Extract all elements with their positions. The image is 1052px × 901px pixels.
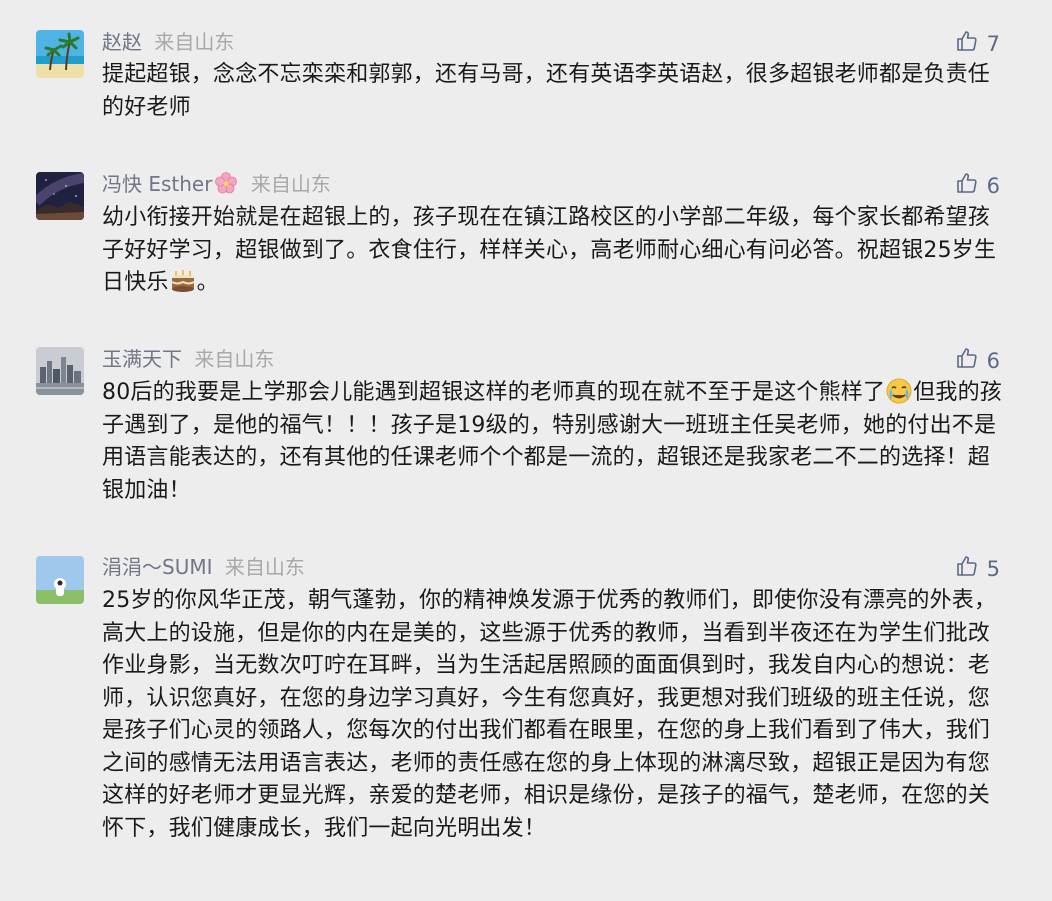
comment-meta: 赵赵 来自山东 [102, 29, 234, 55]
like-count: 6 [986, 349, 1000, 373]
like-count: 7 [986, 32, 1000, 56]
thumbs-up-icon [955, 171, 979, 201]
thumbs-up-icon [955, 29, 979, 59]
comment-source: 来自山东 [154, 30, 235, 54]
like-count: 6 [986, 174, 1000, 198]
comment-text: 80后的我要是上学那会儿能遇到超银这样的老师真的现在就不至于是这个熊样了 但我的孩… [102, 377, 1002, 507]
comment-text: 幼小衔接开始就是在超银上的，孩子现在在镇江路校区的小学部二年级，每个家长都希望孩… [102, 202, 1002, 300]
comment-text: 提起超银，念念不忘栾栾和郭郭，还有马哥，还有英语李英语赵，很多超银老师都是负责任… [102, 62, 991, 120]
commenter-name[interactable]: 涓涓～SUMI [102, 555, 213, 579]
like-button[interactable]: 7 [955, 29, 1000, 59]
comment-source: 来自山东 [194, 347, 275, 371]
comment-text-part: 80后的我要是上学那会儿能遇到超银这样的老师真的现在就不至于是这个熊样了 [102, 380, 886, 405]
commenter-name[interactable]: 玉满天下 [102, 347, 182, 371]
city-skyline-avatar[interactable] [36, 347, 84, 395]
comment-meta: 玉满天下 来自山东 [102, 346, 274, 372]
comment-meta: 涓涓～SUMI 来自山东 [102, 554, 305, 580]
comment-meta: 冯快 Esther 来自山东 [102, 171, 331, 201]
comment-text-part: 。 [196, 270, 219, 295]
birthday-cake-icon [169, 267, 197, 295]
beach-palm-avatar[interactable] [36, 30, 84, 78]
comment-source: 来自山东 [224, 555, 305, 579]
like-button[interactable]: 6 [955, 171, 1000, 201]
thumbs-up-icon [955, 554, 979, 584]
comment-source: 来自山东 [250, 172, 331, 196]
cherry-blossom-icon [214, 171, 238, 201]
thumbs-up-icon [955, 346, 979, 376]
sky-figure-avatar[interactable] [36, 556, 84, 604]
night-sky-avatar[interactable] [36, 172, 84, 220]
like-button[interactable]: 5 [955, 554, 1000, 584]
commenter-name[interactable]: 冯快 Esther [102, 172, 212, 196]
comment-text-part: 幼小衔接开始就是在超银上的，孩子现在在镇江路校区的小学部二年级，每个家长都希望孩… [102, 205, 997, 295]
like-count: 5 [986, 557, 1000, 581]
comment-text: 25岁的你风华正茂，朝气蓬勃，你的精神焕发源于优秀的教师们，即使你没有漂亮的外表… [102, 588, 997, 841]
like-button[interactable]: 6 [955, 346, 1000, 376]
commenter-name[interactable]: 赵赵 [102, 30, 142, 54]
crying-face-icon [885, 377, 913, 405]
